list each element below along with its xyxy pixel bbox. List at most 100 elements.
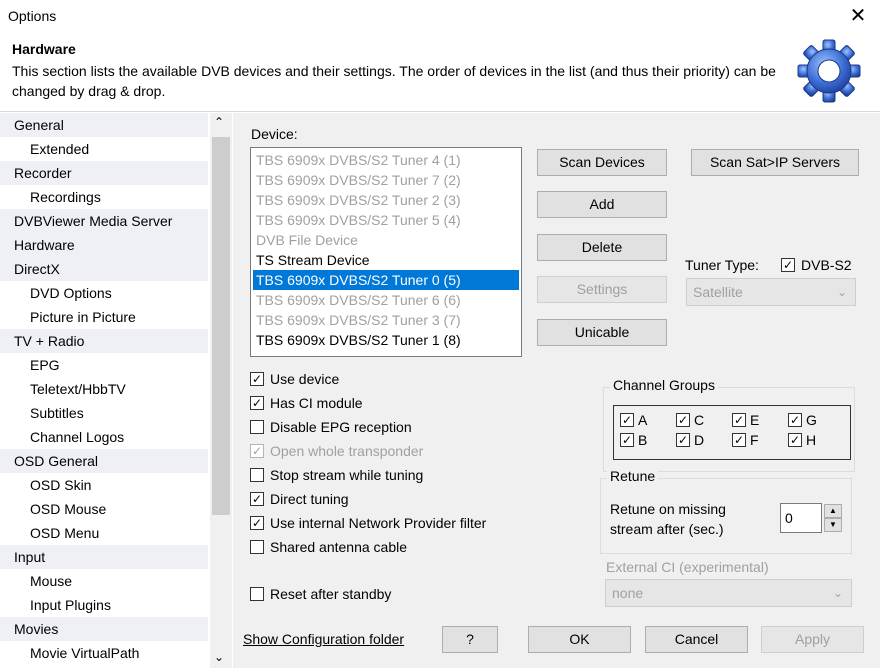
window-title: Options	[8, 8, 57, 24]
sidebar-item[interactable]: Picture in Picture	[0, 305, 208, 329]
external-ci-label: External CI (experimental)	[606, 559, 769, 575]
device-list-item[interactable]: TBS 6909x DVBS/S2 Tuner 4 (1)	[253, 150, 519, 170]
add-button[interactable]: Add	[537, 191, 667, 218]
device-list-item[interactable]: TBS 6909x DVBS/S2 Tuner 3 (7)	[253, 310, 519, 330]
channel-group-checkbox[interactable]: ✓ A	[620, 411, 647, 429]
channel-groups-box: ✓ A ✓ C ✓ E ✓ G ✓ B ✓ D ✓ F ✓ H	[613, 405, 851, 460]
channel-group-checkbox[interactable]: ✓ D	[676, 431, 704, 449]
device-list-item[interactable]: DVB File Device	[253, 230, 519, 250]
checkbox-icon: ✓	[788, 413, 802, 427]
close-icon[interactable]: ✕	[844, 3, 872, 29]
scan-satip-button[interactable]: Scan Sat>IP Servers	[691, 149, 859, 176]
sidebar-item[interactable]: Movie VirtualPath	[0, 641, 208, 665]
cancel-button[interactable]: Cancel	[645, 626, 748, 653]
show-config-folder-link[interactable]: Show Configuration folder	[243, 631, 404, 647]
sidebar-item[interactable]: Subtitles	[0, 401, 208, 425]
delete-button[interactable]: Delete	[537, 234, 667, 261]
checkbox-icon: ✓	[788, 433, 802, 447]
open-transponder-checkbox[interactable]: ✓ Open whole transponder	[250, 441, 423, 461]
sidebar-item[interactable]: Extended	[0, 137, 208, 161]
apply-button[interactable]: Apply	[761, 626, 864, 653]
direct-tuning-checkbox[interactable]: ✓ Direct tuning	[250, 489, 349, 509]
sidebar-item[interactable]: Input	[0, 545, 208, 569]
sidebar-item[interactable]: OSD General	[0, 449, 208, 473]
use-device-checkbox[interactable]: ✓ Use device	[250, 369, 339, 389]
dvbs2-checkbox[interactable]: ✓ DVB-S2	[781, 255, 852, 275]
device-list-item[interactable]: TBS 6909x DVBS/S2 Tuner 2 (3)	[253, 190, 519, 210]
gear-icon	[797, 39, 861, 103]
checkbox-icon: ✓	[250, 372, 264, 386]
external-ci-select[interactable]: none ⌄	[605, 579, 852, 607]
sidebar-item[interactable]: General	[0, 113, 208, 137]
stop-stream-checkbox[interactable]: Stop stream while tuning	[250, 465, 423, 485]
tuner-type-label: Tuner Type:	[685, 257, 759, 273]
channel-group-checkbox[interactable]: ✓ G	[788, 411, 817, 429]
sidebar-item[interactable]: Mouse	[0, 569, 208, 593]
sidebar-item[interactable]: OSD Menu	[0, 521, 208, 545]
scan-devices-button[interactable]: Scan Devices	[537, 149, 667, 176]
title-bar: Options ✕	[0, 0, 880, 32]
device-list-item[interactable]: TBS 6909x DVBS/S2 Tuner 5 (4)	[253, 210, 519, 230]
sidebar-item[interactable]: Teletext/HbbTV	[0, 377, 208, 401]
device-list[interactable]: TBS 6909x DVBS/S2 Tuner 4 (1) TBS 6909x D…	[250, 147, 522, 357]
checkbox-icon: ✓	[676, 433, 690, 447]
chevron-down-icon[interactable]: ⌄	[214, 650, 224, 664]
sidebar-item[interactable]: Recordings	[0, 185, 208, 209]
chevron-down-icon: ⌄	[836, 285, 847, 299]
device-label: Device:	[251, 126, 298, 142]
sidebar-item[interactable]: Movies	[0, 617, 208, 641]
scrollbar-thumb[interactable]	[212, 137, 230, 515]
channel-group-checkbox[interactable]: ✓ E	[732, 411, 759, 429]
settings-button[interactable]: Settings	[537, 276, 667, 303]
sidebar-item[interactable]: Channel Logos	[0, 425, 208, 449]
checkbox-icon: ✓	[250, 444, 264, 458]
sidebar-item[interactable]: DirectX	[0, 257, 208, 281]
channel-group-checkbox[interactable]: ✓ F	[732, 431, 759, 449]
sidebar-item[interactable]: DVD Options	[0, 281, 208, 305]
device-list-item[interactable]: TBS 6909x DVBS/S2 Tuner 6 (6)	[253, 290, 519, 310]
checkbox-icon: ✓	[781, 258, 795, 272]
channel-group-checkbox[interactable]: ✓ H	[788, 431, 816, 449]
checkbox-icon: ✓	[250, 396, 264, 410]
device-list-item[interactable]: TBS 6909x DVBS/S2 Tuner 1 (8)	[253, 330, 519, 350]
sidebar-item[interactable]: TV + Radio	[0, 329, 208, 353]
sidebar-item[interactable]: DVBViewer Media Server	[0, 209, 208, 233]
retune-group: Retune Retune on missing stream after (s…	[600, 468, 852, 554]
retune-input[interactable]: 0	[780, 503, 822, 533]
device-list-item[interactable]: TBS 6909x DVBS/S2 Tuner 0 (5)	[253, 270, 519, 290]
checkbox-icon	[250, 468, 264, 482]
disable-epg-checkbox[interactable]: Disable EPG reception	[250, 417, 412, 437]
device-list-item[interactable]: TBS 6909x DVBS/S2 Tuner 7 (2)	[253, 170, 519, 190]
sidebar-item[interactable]: Recorder	[0, 161, 208, 185]
options-tree[interactable]: General Extended Recorder Recordings DVBView…	[0, 113, 232, 668]
sidebar-item[interactable]: Input Plugins	[0, 593, 208, 617]
help-button[interactable]: ?	[442, 626, 498, 653]
ok-button[interactable]: OK	[528, 626, 631, 653]
chevron-up-icon[interactable]: ⌃	[214, 115, 224, 129]
sidebar-item[interactable]: Hardware	[0, 233, 208, 257]
channel-group-checkbox[interactable]: ✓ B	[620, 431, 647, 449]
spin-down-icon[interactable]: ▼	[824, 518, 842, 532]
sidebar-item[interactable]: OSD Mouse	[0, 497, 208, 521]
unicable-button[interactable]: Unicable	[537, 319, 667, 346]
channel-groups-title: Channel Groups	[610, 377, 718, 393]
checkbox-icon: ✓	[732, 413, 746, 427]
checkbox-icon: ✓	[620, 413, 634, 427]
sidebar-item[interactable]: OSD Skin	[0, 473, 208, 497]
device-list-item[interactable]: TS Stream Device	[253, 250, 519, 270]
tuner-type-select[interactable]: Satellite ⌄	[686, 278, 856, 306]
chevron-down-icon: ⌄	[832, 586, 843, 600]
channel-group-checkbox[interactable]: ✓ C	[676, 411, 704, 429]
hardware-panel: Device: TBS 6909x DVBS/S2 Tuner 4 (1) TBS…	[233, 113, 880, 668]
channel-groups-group: Channel Groups ✓ A ✓ C ✓ E ✓ G ✓ B ✓ D ✓ F ✓ H	[603, 377, 855, 472]
spin-up-icon[interactable]: ▲	[824, 504, 842, 518]
retune-label-line2: stream after (sec.)	[610, 521, 724, 537]
tree-scrollbar[interactable]: ⌃ ⌄	[210, 113, 232, 668]
section-description: This section lists the available DVB dev…	[12, 63, 776, 99]
checkbox-icon	[250, 587, 264, 601]
has-ci-checkbox[interactable]: ✓ Has CI module	[250, 393, 363, 413]
sidebar-item[interactable]: EPG	[0, 353, 208, 377]
network-filter-checkbox[interactable]: ✓ Use internal Network Provider filter	[250, 513, 486, 533]
shared-antenna-checkbox[interactable]: Shared antenna cable	[250, 537, 407, 557]
reset-standby-checkbox[interactable]: Reset after standby	[250, 584, 391, 604]
